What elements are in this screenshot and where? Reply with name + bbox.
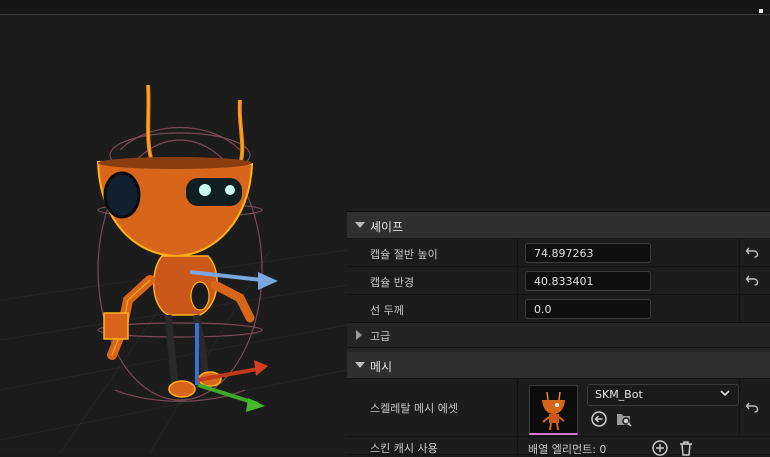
capsule-half-height-row: 캡슐 절반 높이 <box>347 239 770 267</box>
capsule-half-height-label: 캡슐 절반 높이 <box>370 248 438 261</box>
collapse-arrow-icon[interactable] <box>355 222 365 228</box>
advanced-expander[interactable]: 고급 <box>347 323 770 348</box>
section-shape-title: 셰이프 <box>370 220 404 234</box>
reset-arrow-icon[interactable] <box>745 273 759 287</box>
capsule-radius-label: 캡슐 반경 <box>370 276 414 289</box>
column-divider[interactable] <box>517 239 518 266</box>
section-mesh-title: 메시 <box>370 360 393 374</box>
robot-thumbnail-image <box>530 386 577 433</box>
collapse-arrow-icon[interactable] <box>355 362 365 368</box>
skeletal-mesh-dropdown[interactable]: SKM_Bot <box>587 384 739 406</box>
column-divider[interactable] <box>517 267 518 294</box>
chevron-down-icon <box>720 390 730 397</box>
top-toolbar <box>0 0 770 15</box>
reset-arrow-icon[interactable] <box>745 400 759 414</box>
capsule-half-height-field[interactable] <box>525 243 651 263</box>
window-indicator <box>759 9 763 13</box>
add-element-icon[interactable] <box>651 439 669 457</box>
asset-thumbnail[interactable] <box>529 385 578 435</box>
column-divider <box>739 267 740 294</box>
capsule-radius-field[interactable] <box>525 271 651 291</box>
find-in-browser-icon[interactable] <box>615 410 633 428</box>
capsule-radius-input[interactable] <box>526 272 650 290</box>
line-thickness-input[interactable] <box>526 300 650 318</box>
section-shape-header[interactable]: 셰이프 <box>347 212 770 239</box>
browse-back-icon[interactable] <box>590 410 608 428</box>
expand-arrow-icon[interactable] <box>356 330 362 340</box>
capsule-radius-row: 캡슐 반경 <box>347 267 770 295</box>
robot-character <box>96 84 255 398</box>
advanced-label: 고급 <box>370 330 391 343</box>
skin-cache-row: 스킨 캐시 사용 배열 엘리먼트: 0 <box>347 437 770 457</box>
column-divider[interactable] <box>517 295 518 322</box>
skin-cache-label: 스킨 캐시 사용 <box>370 442 438 455</box>
skeletal-mesh-asset-label: 스켈레탈 메시 에셋 <box>370 402 458 415</box>
column-divider <box>739 379 740 436</box>
skeletal-mesh-asset-name: SKM_Bot <box>595 388 643 401</box>
delete-icon[interactable] <box>677 439 695 457</box>
section-mesh-header[interactable]: 메시 <box>347 352 770 379</box>
column-divider <box>739 239 740 266</box>
reset-arrow-icon[interactable] <box>745 245 759 259</box>
details-panel: 셰이프 캡슐 절반 높이 캡슐 반경 선 두께 고급 <box>347 211 770 457</box>
array-elements-count: 배열 엘리먼트: 0 <box>528 443 607 456</box>
line-thickness-row: 선 두께 <box>347 295 770 323</box>
capsule-half-height-input[interactable] <box>526 244 650 262</box>
column-divider[interactable] <box>517 437 518 454</box>
line-thickness-field[interactable] <box>525 299 651 319</box>
column-divider <box>739 295 740 322</box>
column-divider[interactable] <box>517 379 518 436</box>
line-thickness-label: 선 두께 <box>370 304 404 317</box>
skeletal-mesh-asset-row: 스켈레탈 메시 에셋 SKM_Bot <box>347 379 770 437</box>
